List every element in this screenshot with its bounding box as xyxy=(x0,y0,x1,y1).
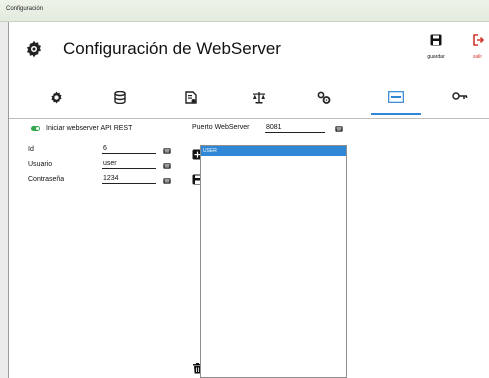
id-label: Id xyxy=(28,146,34,153)
password-label: Contraseña xyxy=(28,176,65,183)
tab-security[interactable] xyxy=(447,91,473,117)
keyboard-icon[interactable] xyxy=(163,163,171,169)
tab-documents[interactable] xyxy=(178,91,204,117)
page-title: Configuración de WebServer xyxy=(63,39,281,58)
gear-icon xyxy=(26,40,42,58)
password-input[interactable] xyxy=(102,174,156,184)
keyboard-icon[interactable] xyxy=(163,178,171,184)
user-input[interactable] xyxy=(102,159,156,169)
tab-database[interactable] xyxy=(107,91,133,117)
window-titlebar: Configuración xyxy=(0,0,489,22)
database-icon xyxy=(114,91,126,104)
window-title: Configuración xyxy=(6,6,44,12)
user-list[interactable]: USER xyxy=(200,145,347,378)
key-icon xyxy=(452,92,468,100)
tab-scale[interactable] xyxy=(246,91,272,117)
tab-general[interactable] xyxy=(43,91,69,117)
document-settings-icon xyxy=(185,91,197,104)
user-label: Usuario xyxy=(28,161,53,168)
main-window: Configuración de WebServer guardar salir xyxy=(8,22,489,378)
keyboard-icon[interactable] xyxy=(335,126,343,132)
keyboard-icon[interactable] xyxy=(163,148,171,154)
port-input[interactable] xyxy=(265,123,325,133)
id-input[interactable] xyxy=(102,144,156,154)
exit-icon xyxy=(472,34,484,46)
scale-icon xyxy=(253,92,265,104)
tab-advanced[interactable] xyxy=(311,91,337,117)
tab-api[interactable] xyxy=(371,91,421,117)
save-button[interactable]: guardar xyxy=(419,33,453,69)
api-icon xyxy=(388,91,404,103)
exit-button-label: salir xyxy=(472,54,483,60)
port-label: Puerto WebServer xyxy=(192,124,250,131)
list-item[interactable]: USER xyxy=(201,146,346,156)
gears-icon xyxy=(317,91,331,104)
enable-label: Iniciar webserver API REST xyxy=(46,125,133,132)
toolbar-divider xyxy=(9,118,489,119)
enable-toggle[interactable] xyxy=(31,126,40,131)
floppy-disk-icon xyxy=(430,34,442,46)
gear-icon xyxy=(50,91,62,104)
exit-button[interactable]: salir xyxy=(465,33,489,69)
save-button-label: guardar xyxy=(427,54,445,60)
